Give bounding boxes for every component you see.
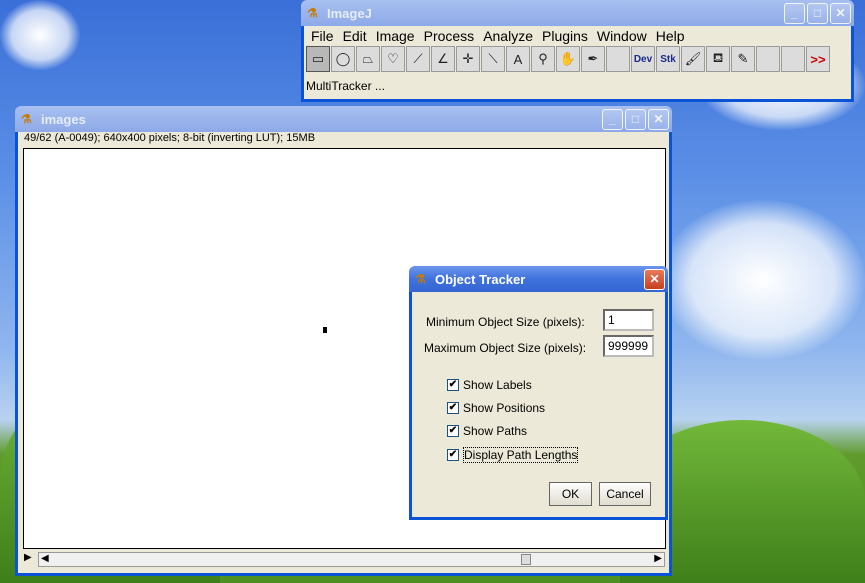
flood-fill-tool-icon[interactable]: ⛾ <box>706 46 730 72</box>
stk-tool[interactable]: Stk <box>656 46 680 72</box>
oval-tool-icon[interactable]: ◯ <box>331 46 355 72</box>
max-size-label: Maximum Object Size (pixels): <box>424 341 587 355</box>
ok-button[interactable]: OK <box>549 482 592 506</box>
menu-help[interactable]: Help <box>653 28 691 44</box>
text-tool-icon[interactable]: A <box>506 46 530 72</box>
menu-window[interactable]: Window <box>594 28 653 44</box>
brush-tool-icon[interactable]: 🖌 <box>681 46 705 72</box>
min-size-label: Minimum Object Size (pixels): <box>426 315 585 329</box>
checkbox-label: Display Path Lengths <box>463 447 579 463</box>
cloud <box>660 200 865 360</box>
checkbox-show-paths[interactable]: ✔ Show Paths <box>447 424 527 438</box>
close-button[interactable]: ✕ <box>830 2 851 24</box>
checkbox-show-positions[interactable]: ✔ Show Positions <box>447 401 545 415</box>
menu-plugins[interactable]: Plugins <box>539 28 594 44</box>
scroll-thumb[interactable] <box>521 554 531 565</box>
minimize-button[interactable]: _ <box>602 108 623 130</box>
maximize-button[interactable]: □ <box>625 108 646 130</box>
microscope-icon: ⚗ <box>21 112 32 126</box>
line-tool-icon[interactable]: ⟋ <box>406 46 430 72</box>
scroll-left-icon[interactable]: ◀ <box>41 553 49 564</box>
checkbox-label: Show Labels <box>463 378 532 392</box>
pencil-tool-icon[interactable]: ✎ <box>731 46 755 72</box>
horizontal-scrollbar[interactable]: ◀ ▶ <box>38 552 665 567</box>
checkbox-show-labels[interactable]: ✔ Show Labels <box>447 378 532 392</box>
min-size-input[interactable] <box>603 309 654 331</box>
polygon-tool-icon[interactable]: ⏢ <box>356 46 380 72</box>
freehand-tool-icon[interactable]: ♡ <box>381 46 405 72</box>
magnifier-tool-icon[interactable]: ⚲ <box>531 46 555 72</box>
angle-tool-icon[interactable]: ∠ <box>431 46 455 72</box>
hand-tool-icon[interactable]: ✋ <box>556 46 580 72</box>
checkbox-label: Show Positions <box>463 401 546 415</box>
image-info: 49/62 (A-0049); 640x400 pixels; 8-bit (i… <box>24 132 316 144</box>
checkbox-box[interactable]: ✔ <box>447 402 459 414</box>
more-tools-icon[interactable]: >> <box>806 46 830 72</box>
menu-image[interactable]: Image <box>373 28 421 44</box>
checkbox-display-path-lengths[interactable]: ✔ Display Path Lengths <box>447 447 579 463</box>
max-size-input[interactable] <box>603 335 654 357</box>
checkbox-box[interactable]: ✔ <box>447 449 459 461</box>
microscope-icon: ⚗ <box>415 272 426 286</box>
checkbox-label: Show Paths <box>463 424 528 438</box>
minimize-button[interactable]: _ <box>784 2 805 24</box>
cancel-button[interactable]: Cancel <box>599 482 651 506</box>
image-title-bar[interactable]: ⚗ images _ □ ✕ <box>15 106 672 132</box>
checkbox-box[interactable]: ✔ <box>447 379 459 391</box>
object-tracker-dialog: ⚗ Object Tracker ✕ Minimum Object Size (… <box>409 266 668 520</box>
cloud <box>0 0 80 70</box>
checkbox-box[interactable]: ✔ <box>447 425 459 437</box>
status-bar: MultiTracker ... <box>306 79 385 93</box>
empty-tool[interactable] <box>606 46 630 72</box>
window-title: images <box>41 111 86 127</box>
scroll-right-icon[interactable]: ▶ <box>654 553 662 564</box>
rectangle-tool-icon[interactable]: ▭ <box>306 46 330 72</box>
imagej-window: ⚗ ImageJ _ □ ✕ File Edit Image Process Analyze… <box>301 0 854 102</box>
menu-file[interactable]: File <box>308 28 340 44</box>
dev-tool[interactable]: Dev <box>631 46 655 72</box>
menu-analyze[interactable]: Analyze <box>480 28 539 44</box>
menu-process[interactable]: Process <box>421 28 481 44</box>
play-button[interactable]: ▶ <box>24 552 32 563</box>
close-button[interactable]: ✕ <box>648 108 669 130</box>
close-button[interactable]: ✕ <box>644 268 665 290</box>
menu-edit[interactable]: Edit <box>340 28 373 44</box>
tracked-object <box>323 327 327 333</box>
maximize-button[interactable]: □ <box>807 2 828 24</box>
imagej-title-bar[interactable]: ⚗ ImageJ _ □ ✕ <box>301 0 854 26</box>
dialog-title-bar[interactable]: ⚗ Object Tracker ✕ <box>409 266 668 292</box>
dialog-title: Object Tracker <box>435 271 526 287</box>
wand-tool-icon[interactable]: ⟍ <box>481 46 505 72</box>
window-title: ImageJ <box>327 5 372 21</box>
dropper-tool-icon[interactable]: ✒ <box>581 46 605 72</box>
toolbar: ▭ ◯ ⏢ ♡ ⟋ ∠ ✛ ⟍ A ⚲ ✋ ✒ Dev Stk 🖌 ⛾ ✎ >> <box>304 46 851 72</box>
empty-tool[interactable] <box>781 46 805 72</box>
empty-tool[interactable] <box>756 46 780 72</box>
point-tool-icon[interactable]: ✛ <box>456 46 480 72</box>
menu-bar: File Edit Image Process Analyze Plugins Window… <box>304 26 851 46</box>
microscope-icon: ⚗ <box>307 6 318 20</box>
